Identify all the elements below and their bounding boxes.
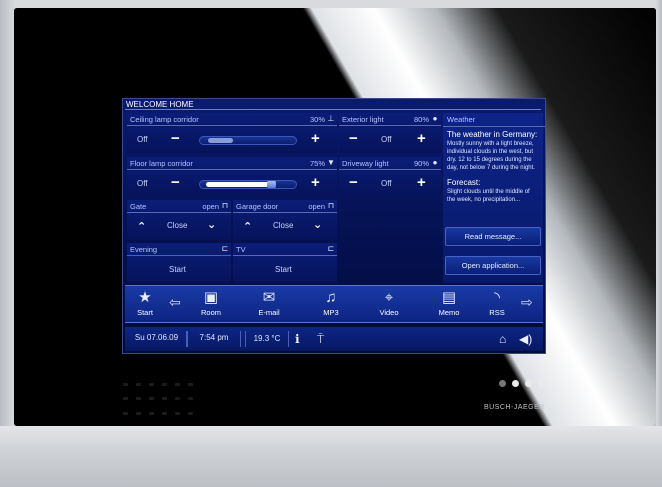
exterior-off-button[interactable]: Off — [381, 135, 392, 144]
gate-close-button[interactable]: Close — [167, 221, 187, 230]
nav-video[interactable]: ⌖ Video — [369, 288, 409, 317]
ceiling-lamp-panel: Ceiling lamp corridor 30% ⊥ Off − + — [127, 113, 337, 153]
speaker-grille — [123, 383, 193, 423]
garage-door-label: Garage door — [236, 202, 279, 211]
lamp-icon: ⊥ — [327, 114, 335, 123]
gate-down-button[interactable]: ⌄ — [207, 220, 216, 231]
driveway-plus-button[interactable]: + — [417, 175, 426, 190]
floor-minus-button[interactable]: − — [171, 175, 180, 190]
exterior-minus-button[interactable]: − — [349, 131, 358, 146]
nav-room[interactable]: ▣ Room — [191, 288, 231, 317]
scene-icon: ⊏ — [221, 244, 229, 253]
exterior-light-label: Exterior light — [342, 115, 384, 124]
time-display: 7:54 pm — [187, 331, 241, 347]
exterior-light-value: 80% — [413, 115, 429, 124]
screen-title: WELCOME HOME — [126, 100, 194, 109]
nav-bar: ★ Start ⇦ ▣ Room ✉ E-mail ♫ MP3 ⌖ Video … — [125, 285, 543, 323]
gate-label: Gate — [130, 202, 147, 211]
ceiling-plus-button[interactable]: + — [311, 131, 320, 146]
nav-email[interactable]: ✉ E-mail — [249, 288, 289, 317]
floor-lamp-icon: ▼ — [327, 158, 335, 167]
nav-mp3[interactable]: ♫ MP3 — [311, 288, 351, 317]
music-icon: ♫ — [325, 289, 337, 306]
read-message-button[interactable]: Read message... — [445, 227, 541, 246]
driveway-minus-button[interactable]: − — [349, 175, 358, 190]
nav-start[interactable]: ★ Start — [125, 288, 165, 317]
ceiling-lamp-value: 30% — [309, 115, 325, 124]
exterior-light-panel: Exterior light 80% ● − Off + — [339, 113, 441, 153]
nav-rss[interactable]: ◝ RSS — [477, 288, 517, 317]
nav-right-arrow-icon[interactable]: ⇨ — [521, 294, 533, 311]
speaker-icon[interactable]: ◀) — [519, 331, 532, 347]
frame-right — [656, 0, 662, 487]
nav-left-arrow-icon[interactable]: ⇦ — [169, 294, 181, 311]
temperature-display: 19.3 °C — [245, 331, 289, 347]
video-icon: ⌖ — [384, 289, 394, 306]
evening-start-button[interactable]: Start — [169, 265, 186, 274]
scene-icon: ⊏ — [327, 244, 335, 253]
driveway-off-button[interactable]: Off — [381, 179, 392, 188]
evening-label: Evening — [130, 245, 158, 254]
garage-up-button[interactable]: ⌃ — [243, 222, 252, 233]
garage-down-button[interactable]: ⌄ — [313, 220, 322, 231]
floor-lamp-label: Floor lamp corridor — [130, 159, 193, 168]
home-icon[interactable]: ⌂ — [499, 331, 506, 347]
weather-body: Mostly sunny with a light breeze, indivi… — [447, 141, 535, 171]
ceiling-minus-button[interactable]: − — [171, 131, 180, 146]
weather-title: Weather — [447, 115, 476, 124]
forecast-title: Forecast: — [447, 178, 481, 187]
frame-left — [0, 0, 14, 487]
gate-panel: Gate open ⊓ ⌃ Close ⌄ — [127, 200, 231, 240]
status-leds — [499, 380, 545, 387]
evening-scene-panel[interactable]: Evening ⊏ Start — [127, 243, 231, 283]
weather-headline: The weather in Germany: — [447, 130, 538, 139]
floor-lamp-panel: Floor lamp corridor 75% ▼ Off − + — [127, 157, 337, 197]
ceiling-slider[interactable] — [199, 136, 297, 145]
gate-status: open — [202, 202, 219, 211]
info-icon[interactable]: ℹ — [295, 331, 300, 347]
alert-line — [127, 255, 231, 256]
bulb-icon: ● — [432, 158, 438, 167]
garage-close-button[interactable]: Close — [273, 221, 293, 230]
date-display: Su 07.06.09 — [127, 331, 187, 347]
touch-screen: WELCOME HOME Ceiling lamp corridor 30% ⊥… — [122, 98, 546, 354]
driveway-light-panel: Driveway light 90% ● − Off + — [339, 157, 441, 197]
room-icon: ▣ — [203, 289, 219, 306]
floor-plus-button[interactable]: + — [311, 175, 320, 190]
star-icon: ★ — [138, 289, 152, 306]
driveway-light-label: Driveway light — [342, 159, 389, 168]
floor-off-button[interactable]: Off — [137, 179, 148, 188]
ceiling-lamp-label: Ceiling lamp corridor — [130, 115, 199, 124]
status-bar: Su 07.06.09 7:54 pm 19.3 °C ℹ ⍑ ⌂ ◀) — [125, 327, 543, 351]
floor-lamp-value: 75% — [309, 159, 325, 168]
memo-icon: ▤ — [441, 289, 457, 306]
forecast-body: Slight clouds until the middle of the we… — [447, 189, 530, 203]
driveway-light-value: 90% — [413, 159, 429, 168]
nav-memo[interactable]: ▤ Memo — [429, 288, 469, 317]
floor-slider[interactable] — [199, 180, 297, 189]
garage-door-status: open — [308, 202, 325, 211]
bulb-icon: ● — [432, 114, 438, 123]
gate-up-button[interactable]: ⌃ — [137, 222, 146, 233]
garage-door-panel: Garage door open ⊓ ⌃ Close ⌄ — [233, 200, 337, 240]
exterior-plus-button[interactable]: + — [417, 131, 426, 146]
open-application-button[interactable]: Open application... — [445, 256, 541, 275]
floor-slider-knob[interactable] — [267, 181, 276, 188]
gate-icon: ⊓ — [221, 201, 229, 210]
email-icon: ✉ — [262, 289, 276, 306]
rss-icon: ◝ — [494, 289, 500, 306]
tv-start-button[interactable]: Start — [275, 265, 292, 274]
brand-logo: BUSCH-JAEGER — [484, 404, 545, 411]
tv-label: TV — [236, 245, 246, 254]
garage-icon: ⊓ — [327, 201, 335, 210]
wall-top — [0, 0, 662, 8]
tv-scene-panel[interactable]: TV ⊏ Start — [233, 243, 337, 283]
metal-frame-bottom — [0, 426, 662, 487]
pin-icon[interactable]: ⍑ — [317, 331, 324, 347]
ceiling-off-button[interactable]: Off — [137, 135, 148, 144]
